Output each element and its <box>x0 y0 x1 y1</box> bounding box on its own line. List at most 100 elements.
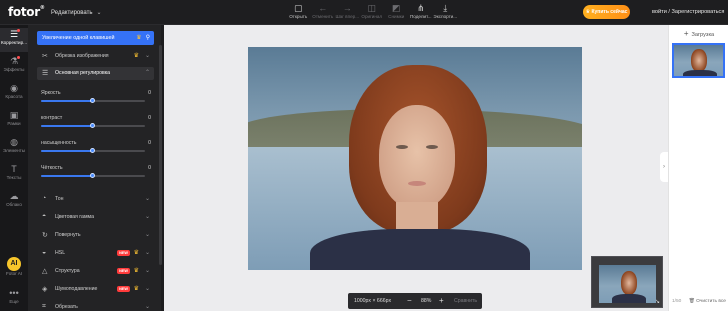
curve-icon: ◓ <box>42 213 47 220</box>
redo-icon: → <box>342 3 352 13</box>
chevron-down-icon: ⌄ <box>96 10 102 16</box>
slider-value: 0 <box>148 140 151 146</box>
slider-track[interactable] <box>41 123 145 128</box>
section-label: Цветовая гамма <box>55 214 94 220</box>
slider-label: Яркость <box>41 90 61 96</box>
toolbar-label: Отменить <box>312 14 334 19</box>
plus-icon: + <box>683 29 689 38</box>
image-thumbnail[interactable] <box>672 43 725 78</box>
chevron-down-icon: ⌄ <box>144 53 150 59</box>
undo-icon: ← <box>318 3 328 13</box>
zoom-in-button[interactable]: + <box>439 296 444 305</box>
trash-icon: 🗑 <box>688 299 695 304</box>
toolbar-label: Экспорти... <box>433 14 458 19</box>
ai-icon: AI <box>7 257 21 271</box>
chevron-down-icon: ⌄ <box>144 268 150 274</box>
nav-elements[interactable]: ◍ Элементы <box>0 136 28 160</box>
panel-scrollbar[interactable] <box>159 45 162 265</box>
slider-row: Чёткость 0 <box>41 165 151 179</box>
one-tap-upscale-button[interactable]: Увеличение одной клавишей ♛ ⚲ <box>37 31 154 45</box>
nav-more[interactable]: ••• Еще <box>0 287 28 311</box>
compare-button[interactable]: Сравнить <box>454 298 477 304</box>
top-bar: fotor® Редактировать ⌄ ▢ Открыть ← Отменить →… <box>0 0 728 25</box>
denoise-icon: ◈ <box>42 286 48 293</box>
beauty-icon: ◉ <box>10 83 18 93</box>
adjust-icon: ☰ <box>9 29 19 39</box>
slider-handle[interactable] <box>90 98 95 103</box>
redo-button[interactable]: → Шаг впер... <box>335 3 360 23</box>
fotor-logo[interactable]: fotor® <box>8 5 45 19</box>
nav-ai[interactable]: AI Fotor AI <box>0 257 28 281</box>
section-label: Обрезать <box>55 304 78 310</box>
section-curve[interactable]: ◓ Цветовая гамма ⌄ <box>37 211 154 224</box>
slider-track[interactable] <box>41 173 145 178</box>
buy-now-button[interactable]: ♛ Купить сейчас <box>583 5 630 19</box>
new-badge: NEW <box>117 286 130 292</box>
zoom-out-button[interactable]: − <box>407 296 412 305</box>
upload-button[interactable]: + Загрузка <box>674 28 724 40</box>
zoom-level: 88% <box>421 298 432 304</box>
section-crop[interactable]: ⌗ Обрезать ⌄ <box>37 301 154 311</box>
section-label: Повернуть <box>55 232 81 238</box>
slider-value: 0 <box>148 115 151 121</box>
toolbar-label: Поделит... <box>409 14 432 19</box>
nav-beauty[interactable]: ◉ Красота <box>0 82 28 106</box>
nav-frames[interactable]: ▣ Рамки <box>0 109 28 133</box>
chevron-down-icon: ⌄ <box>144 232 150 238</box>
slider-value: 0 <box>148 165 151 171</box>
slider-label: насыщенность <box>41 140 77 146</box>
section-structure[interactable]: △ Структура NEW ♛ ⌄ <box>37 265 154 278</box>
section-hsl[interactable]: ◒ HSL NEW ♛ ⌄ <box>37 247 154 260</box>
open-button[interactable]: ▢ Открыть <box>286 3 311 23</box>
original-button[interactable]: ◫ Оригинал <box>360 3 385 23</box>
nav-effects[interactable]: ⚗ Эффекты <box>0 55 28 79</box>
collapse-arrow-icon[interactable]: ↘ <box>655 298 660 305</box>
slider-row: Яркость 0 <box>41 90 151 104</box>
left-nav: ☰ Корректир... ⚗ Эффекты ◉ Красота ▣ Рамки ◍ Элем… <box>0 25 28 311</box>
slider-handle[interactable] <box>90 123 95 128</box>
download-button[interactable]: ⤓ Экспорти... <box>433 3 458 23</box>
slider-handle[interactable] <box>90 148 95 153</box>
crown-icon: ♛ <box>133 250 139 256</box>
slider-value: 0 <box>148 90 151 96</box>
section-label: Тон <box>55 196 64 202</box>
section-rotate[interactable]: ↻ Повернуть ⌄ <box>37 229 154 242</box>
new-badge: NEW <box>117 250 130 256</box>
crown-icon: ♛ <box>133 286 139 292</box>
history-button[interactable]: ◩ Снимки <box>384 3 409 23</box>
chevron-down-icon: ⌄ <box>144 304 150 310</box>
edited-photo[interactable] <box>248 47 582 270</box>
navigator-minimap[interactable]: ↘ <box>591 256 663 308</box>
undo-button[interactable]: ← Отменить <box>311 3 336 23</box>
download-icon: ⤓ <box>443 3 448 13</box>
slider-track[interactable] <box>41 98 145 103</box>
right-panel-toggle[interactable]: › <box>660 152 668 182</box>
adjust-panel: Увеличение одной клавишей ♛ ⚲ ✂ Обрезка и… <box>28 25 161 311</box>
nav-adjust[interactable]: ☰ Корректир... <box>0 28 28 52</box>
nav-text[interactable]: T Тексты <box>0 163 28 187</box>
nav-cloud[interactable]: ☁ Облако <box>0 190 28 214</box>
chevron-down-icon: ⌄ <box>144 250 150 256</box>
basic-adjust-section[interactable]: ☰ Основная регулировка ⌃ <box>37 67 154 80</box>
section-tone[interactable]: ◔ Тон ⌄ <box>37 193 154 206</box>
slider-label: контраст <box>41 115 63 121</box>
slider-track[interactable] <box>41 148 145 153</box>
section-label: Шумоподавление <box>55 286 98 292</box>
structure-icon: △ <box>42 268 48 275</box>
share-button[interactable]: ⋔ Поделит... <box>409 3 434 23</box>
scissors-icon: ✂ <box>42 53 48 60</box>
background-remover-row[interactable]: ✂ Обрезка изображения ♛ ⌄ <box>37 50 154 63</box>
toolbar-label: Открыть <box>289 14 308 19</box>
login-register-link[interactable]: войти / Зарегистрироваться <box>652 9 724 15</box>
mode-dropdown[interactable]: Редактировать ⌄ <box>51 9 101 16</box>
nav-label: Облако <box>6 202 22 207</box>
chevron-down-icon: ⌄ <box>144 286 150 292</box>
chevron-up-icon: ⌃ <box>144 70 150 76</box>
clear-all-button[interactable]: Очистить все <box>696 299 726 304</box>
toolbar-label: Оригинал <box>361 14 383 19</box>
section-denoise[interactable]: ◈ Шумоподавление NEW ♛ ⌄ <box>37 283 154 296</box>
nav-label: Рамки <box>7 121 21 126</box>
image-dimensions: 1000px × 666px <box>354 298 392 304</box>
slider-handle[interactable] <box>90 173 95 178</box>
crown-icon: ♛ <box>133 268 139 274</box>
